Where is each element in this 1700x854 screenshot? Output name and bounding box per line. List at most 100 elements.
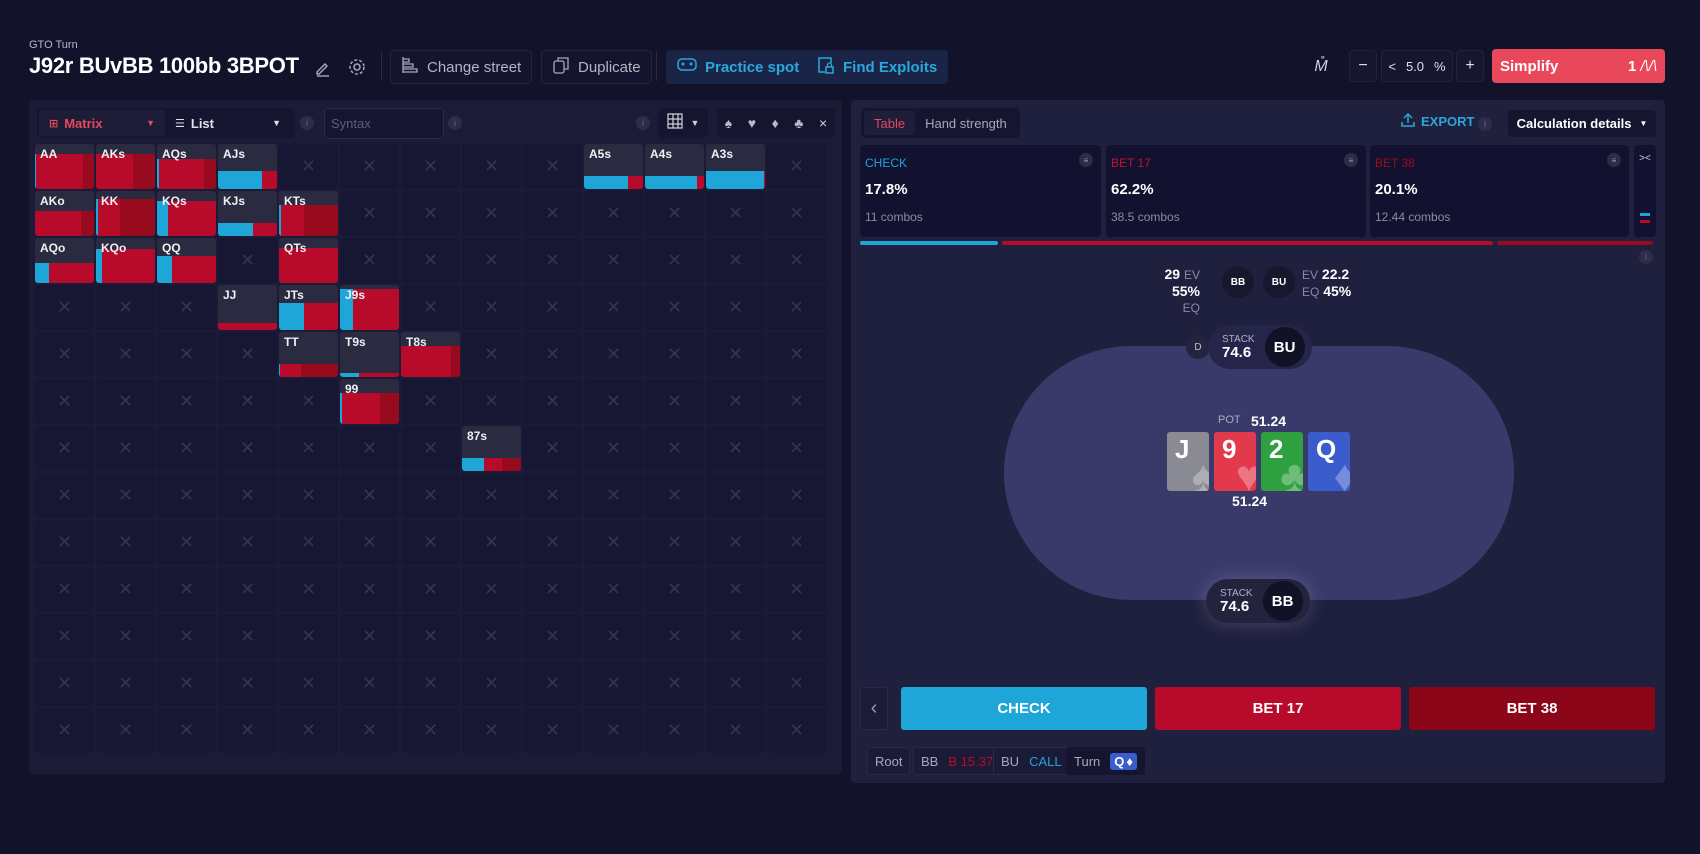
matrix-cell-empty[interactable]: ✕: [35, 614, 94, 659]
matrix-cell-empty[interactable]: ✕: [218, 708, 277, 753]
matrix-cell-empty[interactable]: ✕: [523, 191, 582, 236]
heart-suit-icon[interactable]: ♥: [748, 115, 756, 131]
matrix-cell-empty[interactable]: ✕: [645, 708, 704, 753]
matrix-cell-empty[interactable]: ✕: [767, 520, 826, 565]
matrix-cell-empty[interactable]: ✕: [523, 144, 582, 189]
matrix-cell-empty[interactable]: ✕: [96, 426, 155, 471]
matrix-cell-empty[interactable]: ✕: [767, 426, 826, 471]
matrix-cell-empty[interactable]: ✕: [96, 661, 155, 706]
matrix-cell-A3s[interactable]: A3s: [706, 144, 765, 189]
matrix-cell-empty[interactable]: ✕: [584, 191, 643, 236]
matrix-cell-empty[interactable]: ✕: [35, 379, 94, 424]
matrix-cell-empty[interactable]: ✕: [96, 379, 155, 424]
tab-hand-strength[interactable]: Hand strength: [915, 111, 1017, 135]
matrix-cell-empty[interactable]: ✕: [96, 520, 155, 565]
matrix-cell-empty[interactable]: ✕: [645, 473, 704, 518]
matrix-cell-empty[interactable]: ✕: [584, 614, 643, 659]
matrix-cell-empty[interactable]: ✕: [645, 567, 704, 612]
matrix-cell-87s[interactable]: 87s: [462, 426, 521, 471]
threshold-increase-button[interactable]: +: [1456, 50, 1484, 82]
matrix-cell-empty[interactable]: ✕: [645, 332, 704, 377]
matrix-cell-empty[interactable]: ✕: [157, 285, 216, 330]
threshold-value[interactable]: < 5.0 %: [1381, 50, 1453, 82]
matrix-cell-empty[interactable]: ✕: [35, 708, 94, 753]
matrix-cell-empty[interactable]: ✕: [279, 473, 338, 518]
matrix-cell-T8s[interactable]: T8s: [401, 332, 460, 377]
syntax-input[interactable]: [324, 108, 444, 139]
action-card-check[interactable]: CHECK 17.8% 11 combos ≡: [860, 145, 1101, 237]
club-suit-icon[interactable]: ♣: [794, 115, 803, 131]
bet17-action-button[interactable]: BET 17: [1155, 687, 1401, 730]
matrix-cell-empty[interactable]: ✕: [401, 614, 460, 659]
matrix-cell-empty[interactable]: ✕: [645, 191, 704, 236]
list-view-dropdown[interactable]: ☰ List ▼: [165, 110, 291, 136]
matrix-cell-empty[interactable]: ✕: [96, 332, 155, 377]
matrix-cell-empty[interactable]: ✕: [157, 614, 216, 659]
matrix-cell-empty[interactable]: ✕: [462, 708, 521, 753]
export-button[interactable]: EXPORT: [1401, 112, 1474, 130]
matrix-cell-empty[interactable]: ✕: [523, 426, 582, 471]
matrix-cell-empty[interactable]: ✕: [584, 285, 643, 330]
matrix-cell-empty[interactable]: ✕: [340, 426, 399, 471]
matrix-cell-empty[interactable]: ✕: [523, 473, 582, 518]
matrix-cell-empty[interactable]: ✕: [218, 567, 277, 612]
matrix-cell-empty[interactable]: ✕: [645, 520, 704, 565]
matrix-cell-empty[interactable]: ✕: [218, 473, 277, 518]
matrix-cell-empty[interactable]: ✕: [279, 614, 338, 659]
matrix-cell-empty[interactable]: ✕: [767, 191, 826, 236]
matrix-cell-empty[interactable]: ✕: [35, 473, 94, 518]
matrix-cell-empty[interactable]: ✕: [462, 661, 521, 706]
matrix-cell-empty[interactable]: ✕: [35, 332, 94, 377]
matrix-cell-empty[interactable]: ✕: [645, 614, 704, 659]
matrix-cell-empty[interactable]: ✕: [767, 473, 826, 518]
matrix-cell-empty[interactable]: ✕: [218, 520, 277, 565]
matrix-cell-empty[interactable]: ✕: [35, 567, 94, 612]
matrix-cell-empty[interactable]: ✕: [157, 520, 216, 565]
matrix-cell-JTs[interactable]: JTs: [279, 285, 338, 330]
matrix-cell-empty[interactable]: ✕: [340, 708, 399, 753]
grid-layout-dropdown[interactable]: ▼: [658, 108, 708, 138]
matrix-cell-empty[interactable]: ✕: [767, 332, 826, 377]
matrix-cell-empty[interactable]: ✕: [523, 567, 582, 612]
matrix-cell-empty[interactable]: ✕: [523, 520, 582, 565]
breadcrumb-bu-action[interactable]: BU CALL: [993, 747, 1070, 775]
matrix-cell-empty[interactable]: ✕: [584, 426, 643, 471]
duplicate-button[interactable]: Duplicate: [541, 50, 652, 84]
matrix-cell-empty[interactable]: ✕: [401, 520, 460, 565]
breadcrumb-root[interactable]: Root: [867, 747, 911, 775]
matrix-cell-empty[interactable]: ✕: [462, 332, 521, 377]
matrix-cell-empty[interactable]: ✕: [340, 567, 399, 612]
filter-icon[interactable]: ≡: [1607, 153, 1621, 167]
matrix-cell-empty[interactable]: ✕: [218, 614, 277, 659]
matrix-cell-empty[interactable]: ✕: [462, 379, 521, 424]
matrix-cell-empty[interactable]: ✕: [645, 285, 704, 330]
action-card-bet17[interactable]: BET 17 62.2% 38.5 combos ≡: [1106, 145, 1366, 237]
matrix-cell-AQs[interactable]: AQs: [157, 144, 216, 189]
close-icon[interactable]: ×: [819, 115, 827, 131]
matrix-cell-empty[interactable]: ✕: [767, 614, 826, 659]
matrix-cell-AKs[interactable]: AKs: [96, 144, 155, 189]
matrix-cell-QQ[interactable]: QQ: [157, 238, 216, 283]
matrix-cell-empty[interactable]: ✕: [279, 567, 338, 612]
matrix-cell-empty[interactable]: ✕: [157, 708, 216, 753]
matrix-cell-empty[interactable]: ✕: [401, 191, 460, 236]
matrix-cell-empty[interactable]: ✕: [706, 379, 765, 424]
info-icon[interactable]: i: [448, 116, 462, 130]
matrix-cell-empty[interactable]: ✕: [96, 567, 155, 612]
matrix-cell-empty[interactable]: ✕: [218, 426, 277, 471]
matrix-cell-empty[interactable]: ✕: [96, 285, 155, 330]
breadcrumb-turn[interactable]: Turn Q ♦: [1066, 747, 1146, 775]
matrix-cell-empty[interactable]: ✕: [157, 332, 216, 377]
matrix-cell-empty[interactable]: ✕: [401, 379, 460, 424]
matrix-cell-empty[interactable]: ✕: [462, 520, 521, 565]
matrix-cell-empty[interactable]: ✕: [401, 567, 460, 612]
matrix-cell-empty[interactable]: ✕: [706, 567, 765, 612]
matrix-cell-empty[interactable]: ✕: [401, 473, 460, 518]
simplify-timer-icon[interactable]: M̊: [1310, 56, 1332, 78]
matrix-cell-empty[interactable]: ✕: [645, 379, 704, 424]
matrix-cell-empty[interactable]: ✕: [584, 567, 643, 612]
calculation-details-dropdown[interactable]: Calculation details ▼: [1508, 110, 1656, 137]
matrix-cell-empty[interactable]: ✕: [706, 520, 765, 565]
matrix-cell-empty[interactable]: ✕: [767, 144, 826, 189]
matrix-cell-empty[interactable]: ✕: [462, 191, 521, 236]
